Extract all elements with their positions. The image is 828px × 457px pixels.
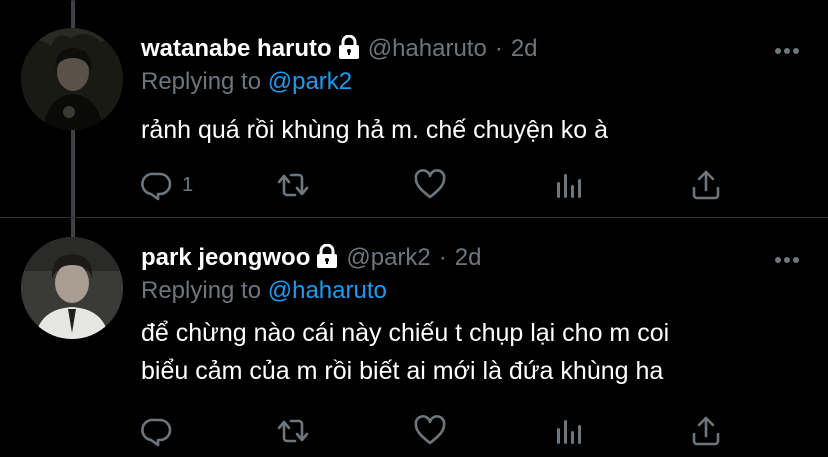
avatar[interactable] <box>21 28 123 130</box>
tweet[interactable]: park jeongwoo @park2 · 2d Replying to @h… <box>0 218 828 457</box>
reply-button[interactable] <box>140 414 182 448</box>
tweet-text: để chừng nào cái này chiếu t chụp lại ch… <box>141 314 801 390</box>
mention-link[interactable]: @haharuto <box>268 277 387 304</box>
reply-button[interactable]: 1 <box>140 168 193 202</box>
retweet-icon <box>277 419 309 443</box>
share-icon <box>692 170 720 200</box>
replying-to-label: Replying to <box>141 68 262 95</box>
tweet-text-line: để chừng nào cái này chiếu t chụp lại ch… <box>141 319 670 347</box>
tweet-header: park jeongwoo @park2 · 2d <box>141 241 481 275</box>
tweet-actions: 1 <box>140 168 730 202</box>
lock-icon <box>316 243 338 273</box>
share-button[interactable] <box>689 414 723 448</box>
tweet-text: rảnh quá rồi khùng hả m. chế chuyện ko à <box>141 111 801 149</box>
display-name[interactable]: watanabe haruto <box>141 35 332 63</box>
reply-icon <box>141 418 172 447</box>
mention-link[interactable]: @park2 <box>268 68 352 95</box>
tweet-actions <box>140 414 730 448</box>
heart-icon <box>414 415 446 445</box>
retweet-button[interactable] <box>276 414 310 448</box>
more-icon[interactable] <box>774 42 800 54</box>
reply-icon <box>141 172 172 201</box>
analytics-button[interactable] <box>552 168 586 202</box>
more-icon[interactable] <box>774 251 800 263</box>
tweet[interactable]: watanabe haruto @haharuto · 2d Replying … <box>0 0 828 218</box>
share-button[interactable] <box>689 168 723 202</box>
replying-to-label: Replying to <box>141 277 262 304</box>
reply-count: 1 <box>182 173 194 196</box>
display-name[interactable]: park jeongwoo <box>141 244 310 272</box>
timestamp[interactable]: 2d <box>455 244 482 272</box>
analytics-icon <box>557 420 581 444</box>
avatar-image <box>21 237 123 339</box>
avatar[interactable] <box>21 237 123 339</box>
like-button[interactable] <box>413 168 447 202</box>
timestamp[interactable]: 2d <box>511 35 538 63</box>
analytics-button[interactable] <box>552 414 586 448</box>
tweet-text-line: biểu cảm của m rồi biết ai mới là đứa kh… <box>141 357 664 385</box>
replying-to: Replying to @park2 <box>141 68 352 96</box>
share-icon <box>692 416 720 446</box>
analytics-icon <box>557 174 581 198</box>
tweet-text-line: rảnh quá rồi khùng hả m. chế chuyện ko à <box>141 116 608 144</box>
handle[interactable]: @park2 <box>346 244 430 272</box>
lock-icon <box>338 34 360 64</box>
retweet-button[interactable] <box>276 168 310 202</box>
handle[interactable]: @haharuto <box>368 35 487 63</box>
separator-dot: · <box>438 244 447 271</box>
avatar-image <box>21 28 123 130</box>
tweet-header: watanabe haruto @haharuto · 2d <box>141 32 538 66</box>
like-button[interactable] <box>413 414 447 448</box>
separator-dot: · <box>494 35 503 62</box>
heart-icon <box>414 169 446 199</box>
retweet-icon <box>277 173 309 197</box>
replying-to: Replying to @haharuto <box>141 277 387 305</box>
